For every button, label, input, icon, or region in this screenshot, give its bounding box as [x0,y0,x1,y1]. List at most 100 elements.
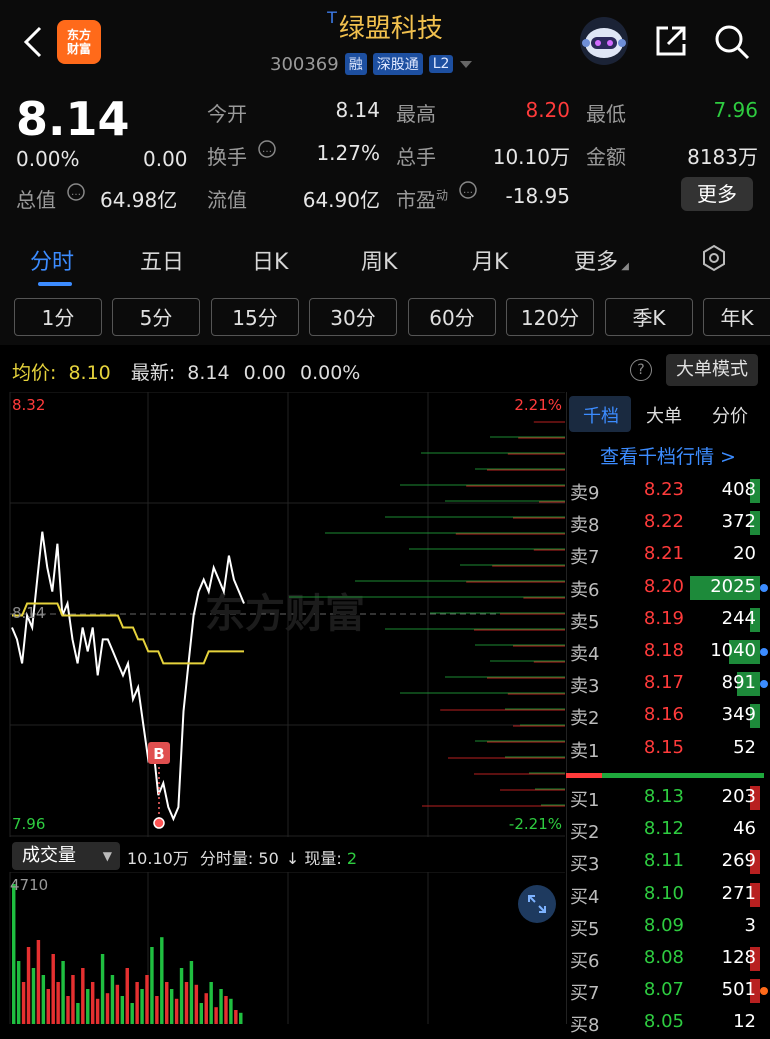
order-row[interactable]: 卖5 8.19 244 [566,604,770,636]
interval-15m[interactable]: 15分 [211,298,299,336]
order-row[interactable]: 卖7 8.21 20 [566,539,770,571]
volume-fs-value: 50 [258,849,279,868]
order-row-dot [760,583,768,592]
volume-bar [224,996,228,1024]
help-icon[interactable]: ? [630,359,652,381]
volume-chart[interactable]: 4710 [0,872,565,1024]
order-row-dot [760,680,768,689]
pct-axis-bottom-label: -2.21% [509,815,562,833]
volume-bar [204,993,208,1024]
order-row-price: 8.19 [643,607,684,629]
book-tab-depth[interactable]: 千档 [583,402,619,428]
order-row-volume: 46 [733,818,756,840]
high-label: 最高 [396,102,436,126]
order-row[interactable]: 买4 8.10 271 [566,879,770,911]
avg-value: 8.10 [68,362,111,384]
volume-bar [31,968,36,1024]
interval-5m[interactable]: 5分 [112,298,200,336]
order-row[interactable]: 卖2 8.16 349 [566,700,770,732]
tab-intraday[interactable]: 分时 [30,244,74,276]
volume-bar [189,961,194,1024]
tab-more[interactable]: 更多 ◢ [574,244,629,276]
volume-bar [179,968,184,1024]
order-row-volume: 271 [721,882,756,904]
order-row[interactable]: 买5 8.09 3 [566,911,770,943]
intraday-chart[interactable]: 东方财富 B 8.32 8.14 7.96 2.21% -2.21% [0,392,565,837]
robot-icon [580,17,628,65]
volume-now-label: 现量: [304,849,342,868]
order-row-volume: 501 [721,979,756,1001]
change-value: 0.00 [143,147,188,171]
share-icon [656,26,686,56]
order-row[interactable]: 卖3 8.17 891 [566,668,770,700]
volume-bar [160,937,164,1024]
volume-bar [81,968,85,1024]
book-tab-big-orders[interactable]: 大单 [646,402,682,428]
order-row-volume: 3 [744,914,756,936]
order-row[interactable]: 买8 8.05 12 [566,1007,770,1039]
volume-bar [145,975,149,1024]
order-row-price: 8.08 [643,947,684,968]
pct-axis-top-label: 2.21% [514,396,562,414]
expand-button[interactable] [518,885,556,923]
total-hands-value: 10.10万 [492,145,570,169]
order-row-dot [760,987,768,996]
latest-change-pct: 0.00% [299,362,361,384]
order-row[interactable]: 买2 8.12 46 [566,814,770,846]
latest-label: 最新: [130,362,176,384]
order-row[interactable]: 卖1 8.15 52 [566,733,770,765]
order-row-price: 8.10 [643,882,684,904]
turnover-info-icon[interactable]: … [257,139,277,159]
volume-indicator-select[interactable]: 成交量 ▼ [12,842,120,870]
order-row[interactable]: 卖4 8.18 1040 [566,636,770,668]
stock-name: 绿盟科技 [338,14,443,44]
share-button[interactable] [652,22,690,60]
book-tab-price-dist[interactable]: 分价 [712,402,748,428]
order-row-price: 8.07 [643,979,684,1001]
order-row-price: 8.18 [643,640,684,661]
order-row[interactable]: 卖8 8.22 372 [566,507,770,539]
order-row-price: 8.11 [643,850,684,872]
interval-1m[interactable]: 1分 [14,298,102,336]
volume-bar [16,961,21,1024]
settings-button[interactable] [699,243,729,273]
amount-value: 8183万 [687,145,758,169]
interval-quarter-k[interactable]: 季K [605,298,693,336]
watermark: 东方财富 [205,591,365,637]
price-lines: B [11,531,245,829]
order-row[interactable]: 买6 8.08 128 [566,943,770,975]
dropdown-icon[interactable] [459,59,473,69]
latest-change: 0.00 [243,362,286,384]
tab-week-k[interactable]: 周K [361,244,397,276]
search-button[interactable] [712,22,752,62]
order-row[interactable]: 卖9 8.23 408 [566,475,770,507]
volume-bar [209,982,213,1024]
info-icon[interactable]: … [66,182,86,202]
market-cap-label: 总值 [16,188,56,212]
interval-30m[interactable]: 30分 [309,298,397,336]
order-row-price: 8.15 [643,736,684,758]
tab-five-day[interactable]: 五日 [140,244,184,276]
order-row[interactable]: 买7 8.07 501 [566,975,770,1007]
volume-bar [229,998,233,1024]
turnover-value: 1.27% [316,141,380,165]
interval-120m[interactable]: 120分 [506,298,594,336]
total-hands-label: 总手 [396,145,436,169]
volume-bar [76,1003,80,1024]
view-depth-link[interactable]: 查看千档行情 > [566,442,770,469]
order-row[interactable]: 买1 8.13 203 [566,782,770,814]
more-button[interactable]: 更多 [681,177,753,211]
order-row[interactable]: 买3 8.11 269 [566,846,770,878]
robot-avatar-button[interactable] [578,15,630,67]
float-cap-value: 64.90亿 [302,188,380,212]
volume-bar [130,1003,134,1024]
volume-bar [56,982,60,1024]
tab-month-k[interactable]: 月K [472,244,508,276]
volume-bar [51,954,55,1024]
big-order-mode-button[interactable]: 大单模式 [666,354,758,386]
order-row[interactable]: 卖6 8.20 2025 [566,572,770,604]
order-row-volume: 12 [733,1011,756,1033]
interval-60m[interactable]: 60分 [408,298,496,336]
tab-day-k[interactable]: 日K [252,244,288,276]
interval-year-k[interactable]: 年K [703,298,770,336]
